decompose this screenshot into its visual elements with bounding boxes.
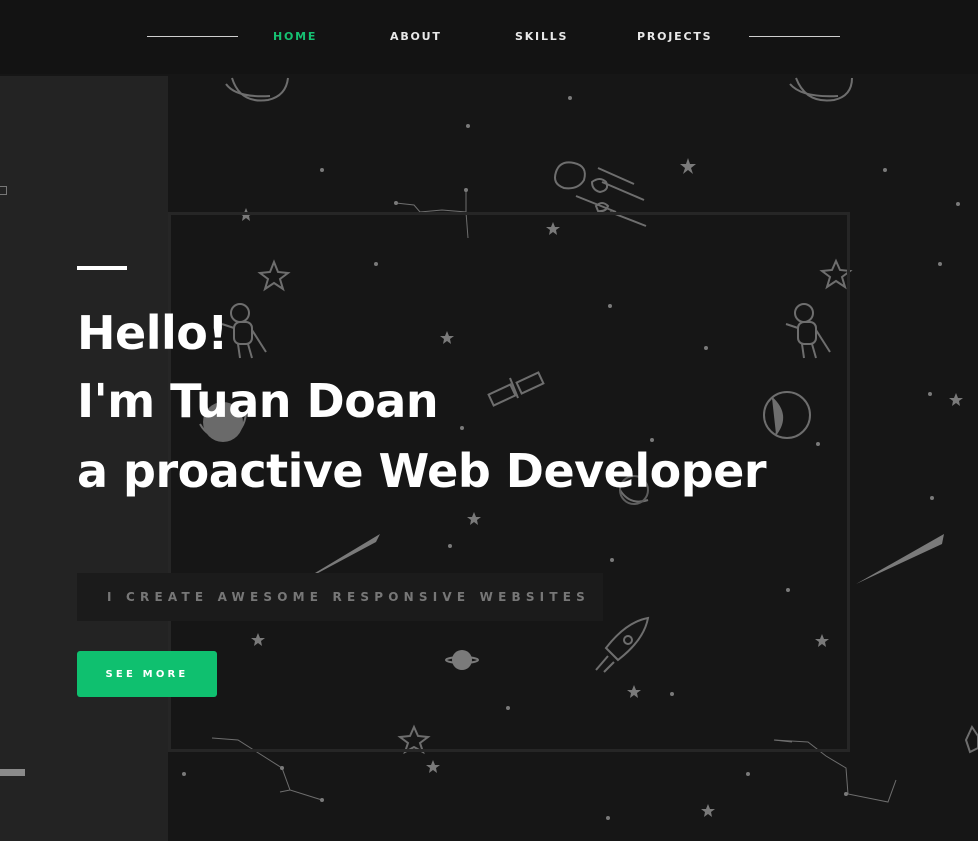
top-navbar: HOME ABOUT SKILLS PROJECTS xyxy=(0,0,978,74)
tagline-box: I CREATE AWESOME RESPONSIVE WEBSITES xyxy=(77,573,603,621)
hero-name: I'm Tuan Doan xyxy=(77,374,439,428)
nav-divider-right xyxy=(749,36,840,37)
hero-accent-dash xyxy=(77,266,127,270)
hero-role: a proactive Web Developer xyxy=(77,444,767,498)
nav-skills-link[interactable]: SKILLS xyxy=(515,30,568,43)
planet-icon xyxy=(225,77,289,102)
hero-tagline: I CREATE AWESOME RESPONSIVE WEBSITES xyxy=(107,590,590,604)
nav-projects-link[interactable]: PROJECTS xyxy=(637,30,712,43)
nav-about-link[interactable]: ABOUT xyxy=(390,30,442,43)
nav-home-link[interactable]: HOME xyxy=(273,30,317,43)
see-more-button[interactable]: SEE MORE xyxy=(77,651,217,697)
hero-greeting: Hello! xyxy=(77,306,228,360)
planet-icon xyxy=(789,77,853,102)
star-icon xyxy=(964,724,978,754)
nav-divider-left xyxy=(147,36,238,37)
comet-icon xyxy=(856,534,944,584)
